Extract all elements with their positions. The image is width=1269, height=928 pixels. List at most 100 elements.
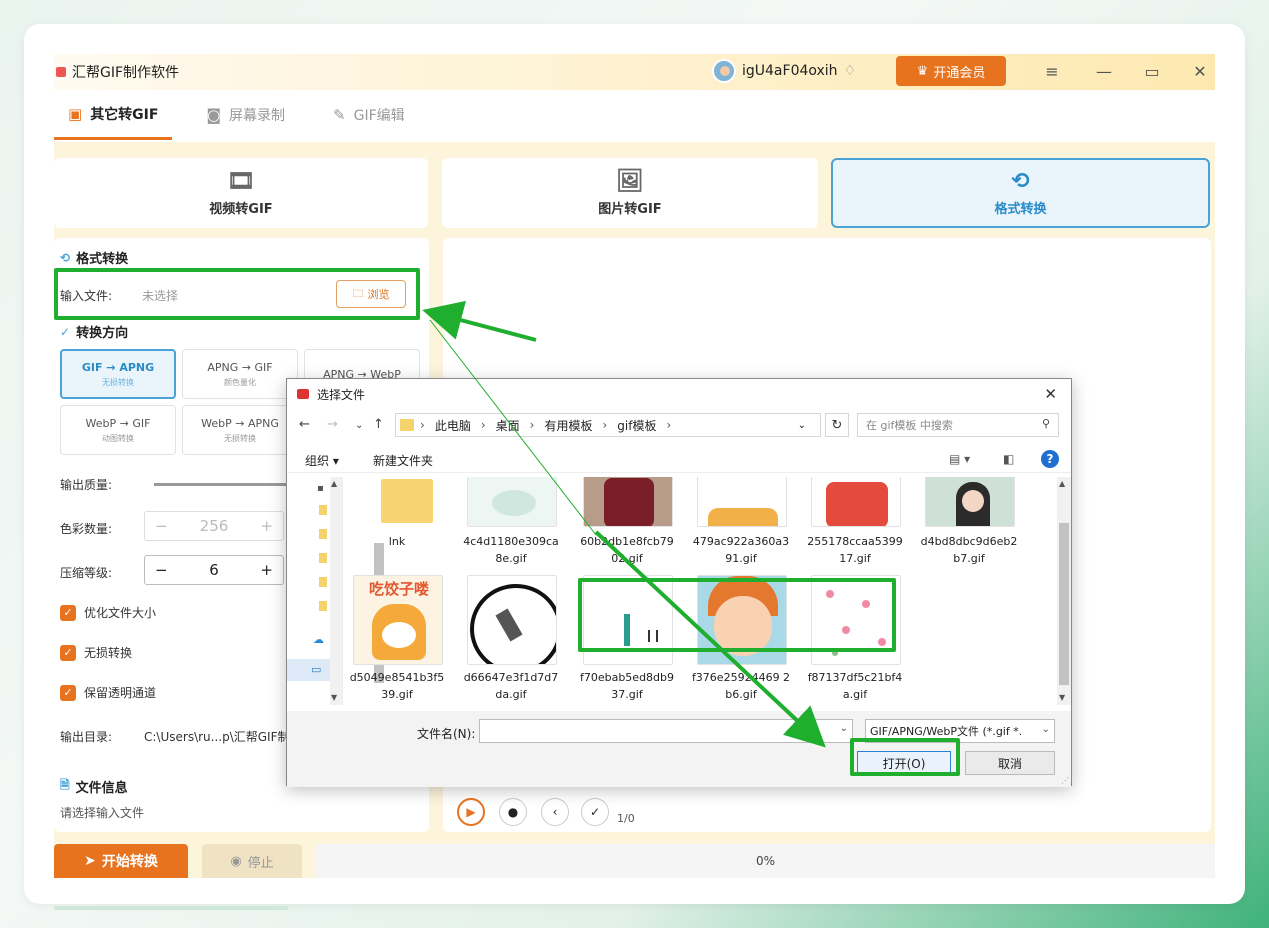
breadcrumb-item[interactable]: gif模板 [617,417,656,434]
chevron-down-icon: ⌄ [1041,724,1050,735]
colors-stepper[interactable]: − 256 + [144,511,284,541]
filename-input[interactable]: ⌄ [479,719,853,743]
checkbox-optimize-size[interactable]: ✓ 优化文件大小 [60,604,156,621]
app-logo-icon [297,389,309,399]
file-thumbnail [925,477,1015,527]
direction-webp-to-gif[interactable]: WebP → GIF 动图转换 [60,405,176,455]
start-convert-button[interactable]: ➤ 开始转换 [54,844,188,878]
filename-label: 文件名(N): [417,727,476,741]
file-thumbnail [583,477,673,527]
breadcrumb-item[interactable]: 桌面 [496,417,520,434]
maximize-icon[interactable]: ▭ [1142,62,1162,81]
scrollbar-thumb[interactable] [1059,523,1069,685]
scroll-up-icon[interactable]: ▲ [1059,479,1065,488]
section-title: 文件信息 [75,781,128,796]
cancel-button[interactable]: 取消 [965,751,1055,775]
address-bar[interactable]: › 此电脑 › 桌面 › 有用模板 › gif模板 › ⌄ [395,413,821,437]
checkbox-label: 保留透明通道 [84,686,157,700]
chevron-right-icon: › [529,418,535,432]
file-name: d5049e8541b3f539.gif [349,671,445,701]
nav-scrollbar[interactable] [330,477,384,705]
history-dropdown-icon[interactable]: ⌄ [355,420,363,431]
direction-apng-to-gif[interactable]: APNG → GIF 颜色量化 [182,349,298,399]
prev-icon[interactable]: ‹ [541,798,569,826]
breadcrumb-item[interactable]: 此电脑 [435,417,471,434]
checkmark-icon: ✓ [60,644,76,661]
direction-label: APNG → GIF [207,360,273,374]
dialog-title-bar: 选择文件 [287,379,1071,409]
mode-label: 图片转GIF [598,202,662,217]
colors-label: 色彩数量: [60,522,113,536]
tab-screen-record[interactable]: ◙ 屏幕录制 [192,90,299,140]
stop-icon[interactable]: ● [499,798,527,826]
mode-format-convert[interactable]: ⟲ 格式转换 [831,158,1210,228]
user-info[interactable]: igU4aF04oxih ♢ [712,59,856,83]
navigation-pane[interactable]: ▪ ☁ ▭ ▲ ▼ [287,477,384,705]
compress-label: 压缩等级: [60,566,113,580]
mode-image-to-gif[interactable]: 🖼 图片转GIF [442,158,818,228]
file-info-text: 请选择输入文件 [60,806,145,820]
chevron-down-icon[interactable]: ⌄ [840,723,848,734]
organize-button[interactable]: 组织 ▾ [305,452,339,469]
new-folder-button[interactable]: 新建文件夹 [373,452,433,469]
stop-button[interactable]: ◉ 停止 [202,844,302,878]
help-icon[interactable]: ? [1041,450,1059,468]
file-scrollbar[interactable]: ▲ ▼ [1057,477,1071,705]
thumbnail-text: 吃饺子喽 [368,580,429,598]
confirm-icon[interactable]: ✓ [581,798,609,826]
progress-bar: 0% [316,844,1215,878]
minus-icon[interactable]: − [155,561,168,579]
resize-grip-icon[interactable]: ⋰ [1061,776,1069,785]
diamond-icon: ♢ [843,63,857,79]
output-dir-value[interactable]: C:\Users\ru...p\汇帮GIF制 [144,728,290,745]
direction-label: GIF → APNG [81,360,155,374]
scroll-down-icon[interactable]: ▼ [331,693,337,702]
close-icon[interactable]: ✕ [1190,62,1210,81]
view-options-icon[interactable]: ▤ ▾ [949,452,970,466]
refresh-icon[interactable]: ↻ [825,413,849,437]
stop-circle-icon: ◉ [230,853,242,869]
checkbox-keep-alpha[interactable]: ✓ 保留透明通道 [60,684,156,701]
plus-icon[interactable]: + [260,561,273,579]
username: igU4aF04oxih [742,63,838,79]
selected-nav-item[interactable] [287,659,330,681]
file-name: d66647e3f1d7d7da.gif [463,671,559,701]
direction-gif-to-apng[interactable]: GIF → APNG 无损转换 [60,349,176,399]
scroll-down-icon[interactable]: ▼ [1059,693,1065,702]
tab-gif-edit[interactable]: ✎ GIF编辑 [319,90,419,140]
cloud-icon: ☁ [313,633,324,646]
dialog-close-icon[interactable]: ✕ [1044,385,1057,403]
checkbox-lossless[interactable]: ✓ 无损转换 [60,644,132,661]
folder-icon [319,529,327,539]
back-icon[interactable]: ← [299,417,310,432]
file-name: 255178ccaa539917.gif [807,535,903,565]
minimize-icon[interactable]: — [1094,62,1114,81]
menu-icon[interactable]: ≡ [1042,62,1062,81]
up-icon[interactable]: ↑ [373,417,384,432]
direction-sub: 颜色量化 [224,377,256,387]
scroll-up-icon[interactable]: ▲ [331,479,337,488]
section-title: 转换方向 [76,326,129,341]
picture-icon: 🖼 [616,169,644,194]
checkmark-icon: ✓ [60,684,76,701]
file-thumbnail: 吃饺子喽 [353,575,443,665]
forward-icon[interactable]: → [327,417,338,432]
vip-button[interactable]: ♛ 开通会员 [896,56,1006,86]
progress-text: 0% [755,854,776,868]
camera-icon: ◙ [206,106,222,124]
chevron-down-icon[interactable]: ⌄ [798,420,806,431]
play-icon[interactable]: ▶ [457,798,485,826]
breadcrumb-item[interactable]: 有用模板 [544,417,592,434]
search-input[interactable]: 在 gif模板 中搜索 ⚲ [857,413,1059,437]
mode-video-to-gif[interactable]: 🎞 视频转GIF [54,158,428,228]
preview-pane-icon[interactable]: ◧ [1003,452,1014,466]
direction-webp-to-apng[interactable]: WebP → APNG 无损转换 [182,405,298,455]
minus-icon[interactable]: − [155,517,168,535]
tab-other-to-gif[interactable]: ▣ 其它转GIF [54,90,173,140]
plus-icon[interactable]: + [260,517,273,535]
avatar[interactable] [712,59,736,83]
compress-stepper[interactable]: − 6 + [144,555,284,585]
file-name: 4c4d1180e309ca8e.gif [463,535,559,565]
title-bar: 汇帮GIF制作软件 igU4aF04oxih ♢ ♛ 开通会员 ≡ — ▭ ✕ [54,54,1215,90]
pc-icon: ▪ [317,483,324,494]
